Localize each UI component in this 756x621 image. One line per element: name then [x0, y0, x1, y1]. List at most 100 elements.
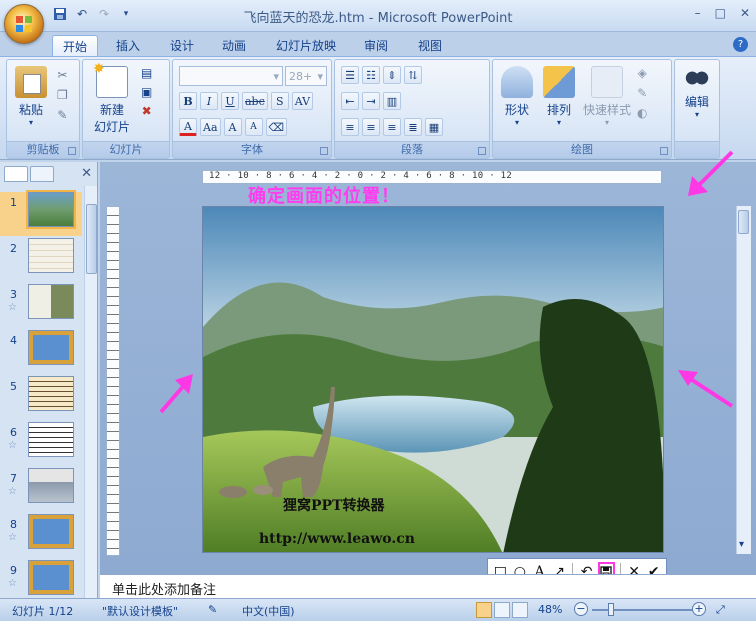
- align-right-icon[interactable]: ≡: [383, 118, 401, 136]
- delete-slide-icon[interactable]: ✖: [142, 104, 152, 118]
- slide-thumbnail[interactable]: 6 ☆: [0, 422, 82, 466]
- columns-icon[interactable]: ▥: [383, 92, 401, 110]
- tab-design[interactable]: 设计: [160, 35, 204, 56]
- notes-pane[interactable]: 单击此处添加备注: [100, 574, 756, 598]
- thumbnail-number: 3: [10, 288, 17, 301]
- font-color-button[interactable]: A: [179, 118, 197, 136]
- language-indicator[interactable]: 中文(中国): [242, 603, 295, 619]
- slide-thumbnail[interactable]: 8 ☆: [0, 514, 82, 558]
- normal-view-button[interactable]: [476, 602, 492, 618]
- line-spacing-icon[interactable]: ⇕: [383, 66, 401, 84]
- paragraph-launcher-icon[interactable]: [478, 147, 486, 155]
- bold-button[interactable]: B: [179, 92, 197, 110]
- align-left-icon[interactable]: ≡: [341, 118, 359, 136]
- shadow-button[interactable]: S: [270, 92, 289, 110]
- close-button[interactable]: ✕: [740, 6, 750, 20]
- quick-styles-icon: [591, 66, 623, 98]
- shapes-button[interactable]: 形状 ▾: [499, 66, 535, 127]
- slide-thumbnail[interactable]: 5: [0, 376, 82, 420]
- zoom-out-button[interactable]: −: [574, 602, 588, 616]
- annotation-title: 确定画面的位置！: [248, 186, 400, 207]
- shape-effects-icon[interactable]: ◐: [637, 106, 647, 120]
- tab-review[interactable]: 审阅: [354, 35, 398, 56]
- slide-thumbnail[interactable]: 4: [0, 330, 82, 374]
- strikethrough-button[interactable]: abc: [242, 92, 268, 110]
- slide-thumbnail[interactable]: 2: [0, 238, 82, 282]
- drawing-launcher-icon[interactable]: [660, 147, 668, 155]
- outline-tab[interactable]: [30, 166, 54, 182]
- font-name-combo[interactable]: ▾: [179, 66, 283, 86]
- pane-close-icon[interactable]: ✕: [81, 166, 92, 181]
- window-controls: – □ ✕: [695, 6, 750, 20]
- slides-group-label: 幻灯片: [83, 141, 169, 158]
- shape-outline-icon[interactable]: ✎: [637, 86, 647, 100]
- grow-font-button[interactable]: A: [223, 118, 242, 136]
- tab-view[interactable]: 视图: [408, 35, 452, 56]
- cut-icon[interactable]: ✂: [57, 68, 67, 82]
- pane-tabs: ✕: [2, 164, 96, 184]
- italic-button[interactable]: I: [200, 92, 218, 110]
- paragraph-align-row: ≡ ≡ ≡ ≣ ▦: [341, 118, 443, 136]
- slide-text-line2: http://www.leawo.cn: [259, 531, 415, 547]
- slide-thumbnail[interactable]: 7 ☆: [0, 468, 82, 512]
- slides-tab[interactable]: [4, 166, 28, 182]
- zoom-slider-thumb[interactable]: [608, 603, 614, 616]
- slide-scrollbar-thumb[interactable]: [738, 210, 749, 234]
- format-painter-icon[interactable]: ✎: [57, 108, 67, 122]
- slide-sorter-view-button[interactable]: [494, 602, 510, 618]
- tab-slideshow[interactable]: 幻灯片放映: [266, 35, 346, 56]
- thumbnail-scrollbar[interactable]: [84, 186, 97, 598]
- fit-to-window-icon[interactable]: ⤢: [716, 603, 725, 617]
- binoculars-icon: [685, 66, 709, 90]
- spellcheck-icon[interactable]: ✎: [208, 603, 217, 616]
- layout-icon[interactable]: ▤: [141, 66, 152, 80]
- group-clipboard: 粘贴 ▾ ✂ ❐ ✎ 剪贴板: [6, 59, 80, 159]
- scrollbar-thumb[interactable]: [86, 204, 97, 274]
- copy-icon[interactable]: ❐: [57, 88, 68, 102]
- help-icon[interactable]: ?: [733, 37, 748, 52]
- shrink-font-button[interactable]: A: [244, 118, 263, 136]
- new-slide-button[interactable]: ✸ 新建 幻灯片: [89, 61, 135, 135]
- char-spacing-button[interactable]: AV: [291, 92, 314, 110]
- align-center-icon[interactable]: ≡: [362, 118, 380, 136]
- numbering-icon[interactable]: ☷: [362, 66, 380, 84]
- change-case-button[interactable]: Aa: [200, 118, 221, 136]
- animation-star-icon: ☆: [8, 440, 17, 451]
- office-button[interactable]: [4, 4, 44, 44]
- tab-home[interactable]: 开始: [52, 35, 99, 56]
- slide-thumbnail[interactable]: 3 ☆: [0, 284, 82, 328]
- slideshow-view-button[interactable]: [512, 602, 528, 618]
- next-slide-icon[interactable]: ▾: [739, 539, 744, 550]
- vertical-ruler: [106, 206, 120, 556]
- theme-name: "默认设计模板": [102, 605, 179, 618]
- increase-indent-icon[interactable]: ⇥: [362, 92, 380, 110]
- text-direction-icon[interactable]: ⇅: [404, 66, 422, 84]
- paste-button[interactable]: 粘贴 ▾: [13, 66, 49, 127]
- slides-pane: ✕ 1 2 3 ☆ 4 5 6 ☆ 7 ☆ 8 ☆ 9 ☆: [0, 162, 98, 598]
- reset-icon[interactable]: ▣: [141, 85, 152, 99]
- minimize-button[interactable]: –: [695, 6, 701, 20]
- current-slide[interactable]: 狸窝PPT转换器 http://www.leawo.cn: [202, 206, 664, 553]
- bullets-icon[interactable]: ☰: [341, 66, 359, 84]
- tab-animations[interactable]: 动画: [212, 35, 256, 56]
- tab-insert[interactable]: 插入: [106, 35, 150, 56]
- font-launcher-icon[interactable]: [320, 147, 328, 155]
- arrange-button[interactable]: 排列 ▾: [541, 66, 577, 127]
- justify-icon[interactable]: ≣: [404, 118, 422, 136]
- maximize-button[interactable]: □: [715, 6, 726, 20]
- slide-thumbnail[interactable]: 1: [0, 190, 82, 236]
- distributed-icon[interactable]: ▦: [425, 118, 443, 136]
- editing-button[interactable]: 编辑 ▾: [679, 66, 715, 119]
- font-group-label: 字体: [173, 141, 331, 158]
- decrease-indent-icon[interactable]: ⇤: [341, 92, 359, 110]
- quick-styles-button[interactable]: 快速样式 ▾: [581, 66, 633, 127]
- underline-button[interactable]: U: [221, 92, 239, 110]
- clear-format-icon[interactable]: ⌫: [265, 118, 288, 136]
- shape-fill-icon[interactable]: ◈: [638, 66, 647, 80]
- slide-thumbnail[interactable]: 9 ☆: [0, 560, 82, 598]
- zoom-in-button[interactable]: +: [692, 602, 706, 616]
- clipboard-launcher-icon[interactable]: [68, 147, 76, 155]
- slide-scrollbar[interactable]: ▾: [736, 206, 751, 554]
- font-size-combo[interactable]: 28+ ▾: [285, 66, 327, 86]
- zoom-level[interactable]: 48%: [538, 603, 562, 616]
